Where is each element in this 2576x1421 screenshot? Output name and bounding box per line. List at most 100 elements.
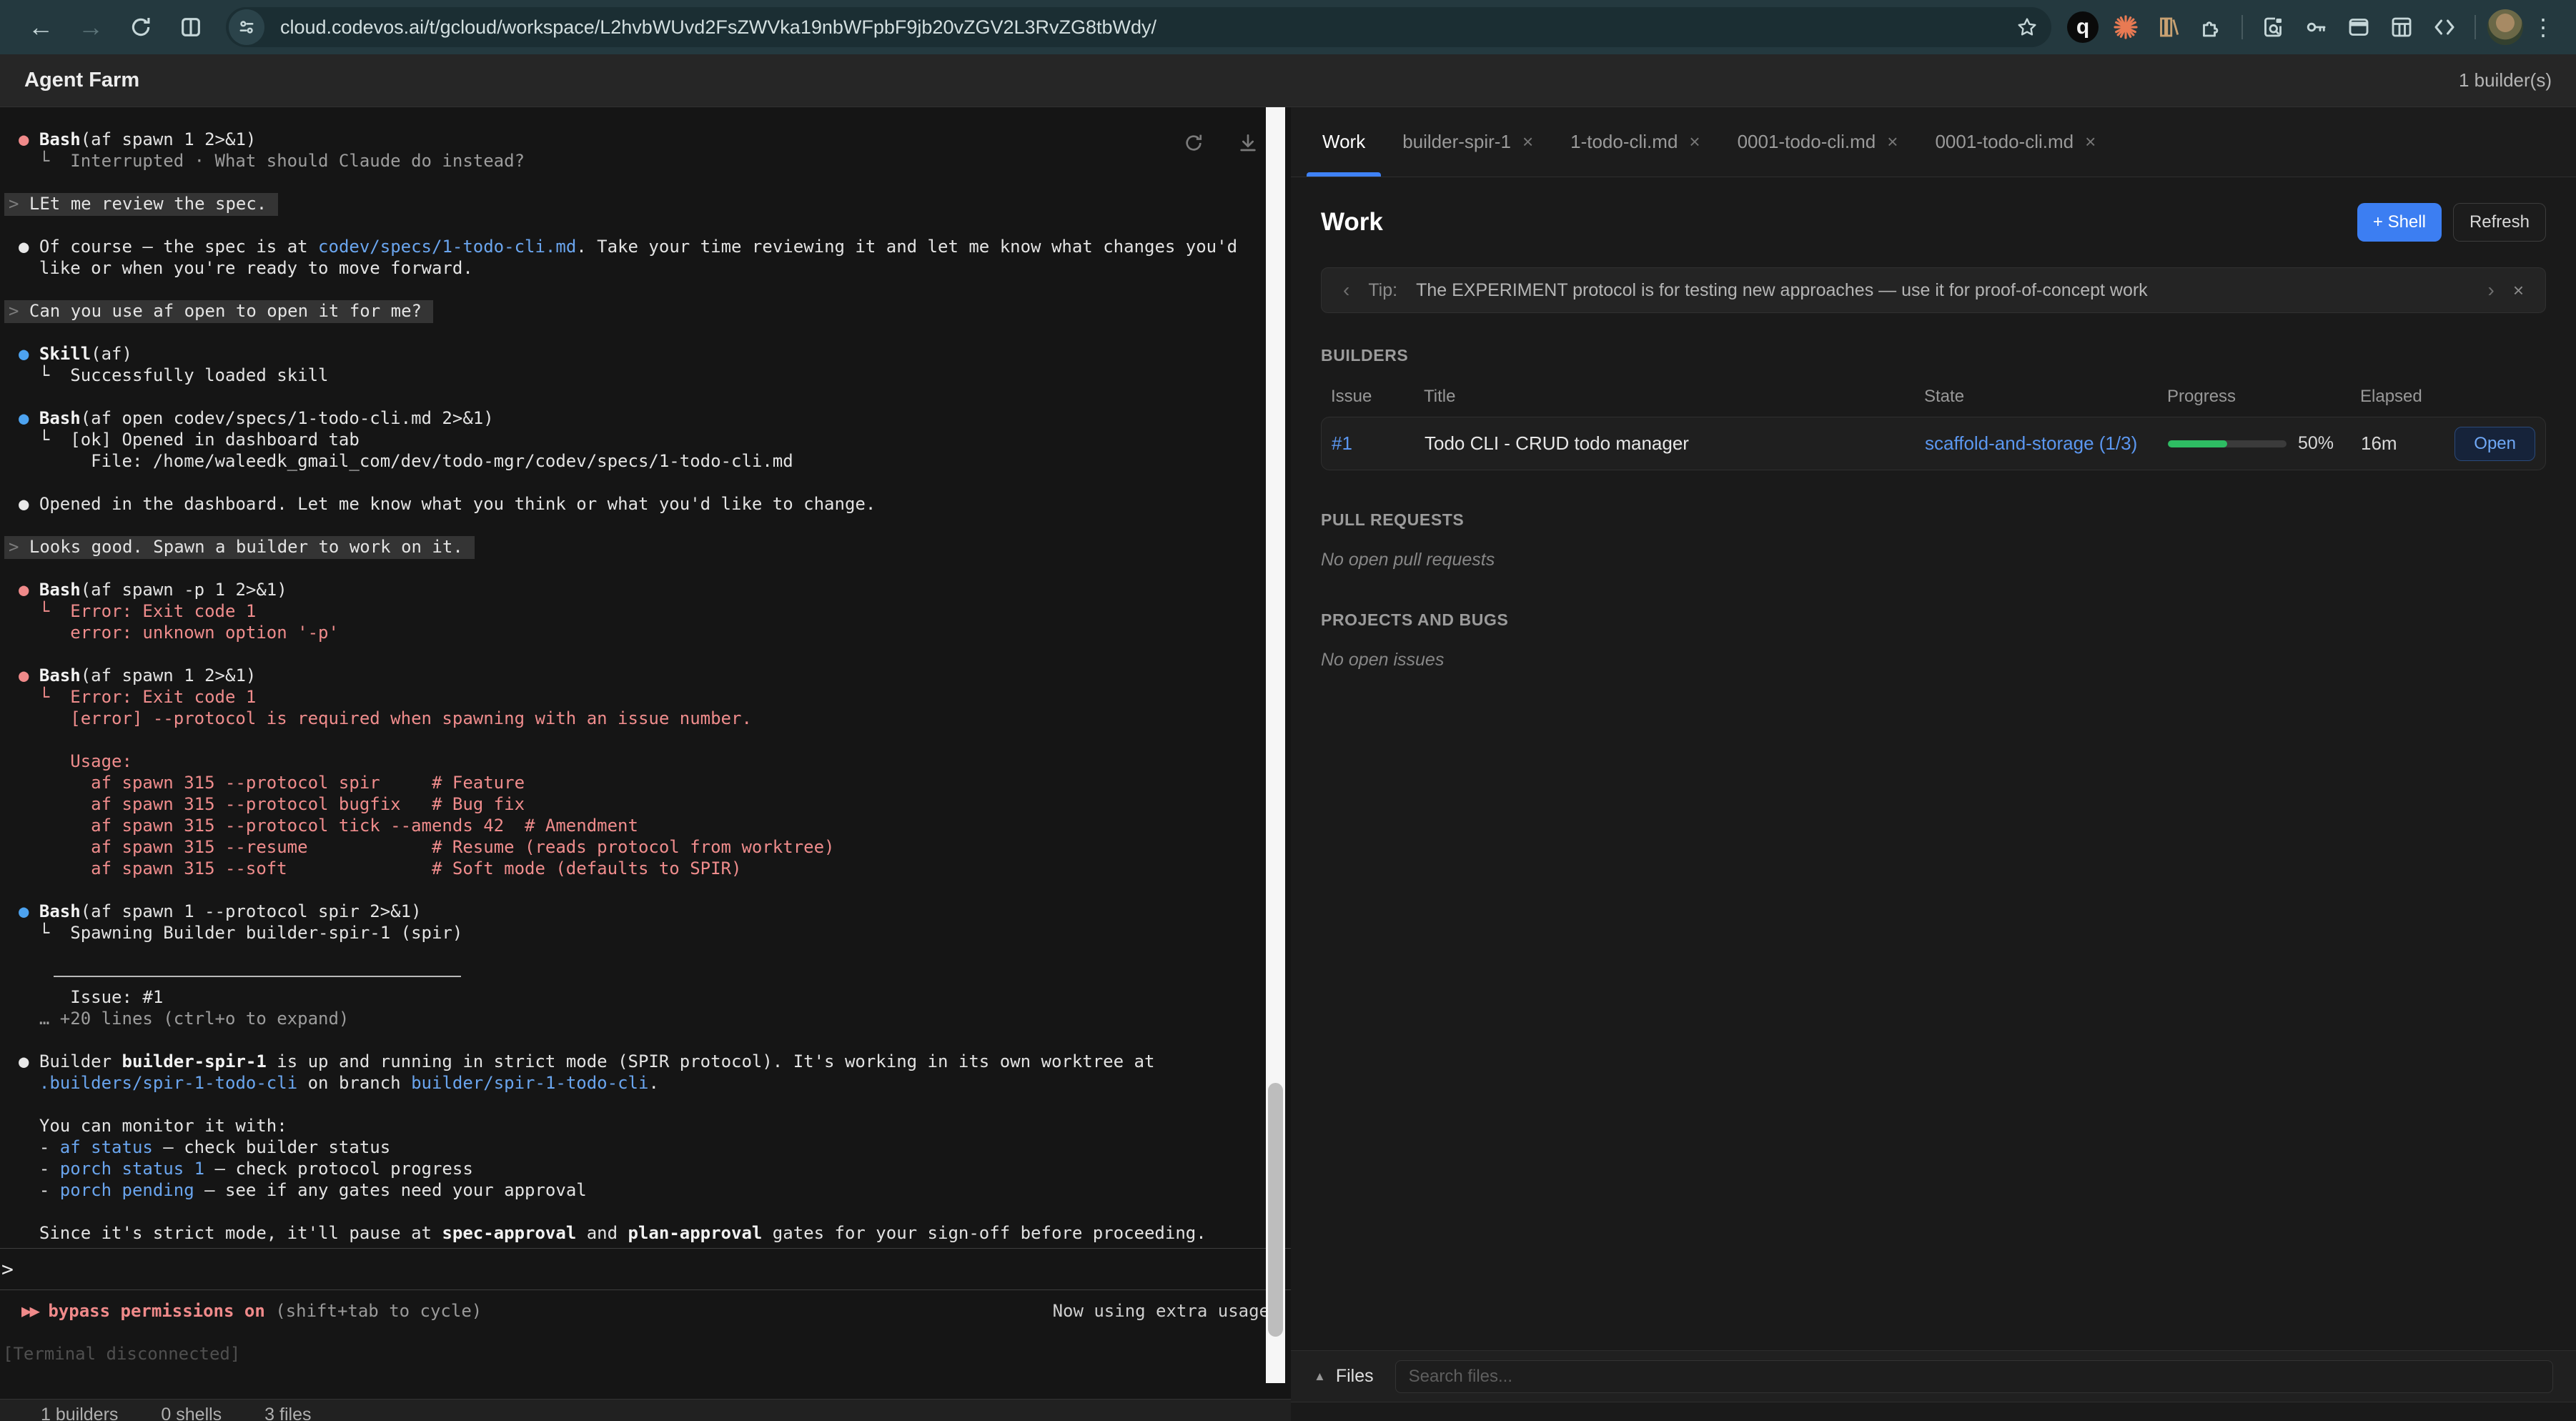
terminal-line: ● Builder builder-spir-1 is up and runni… xyxy=(0,1051,1291,1072)
terminal-status-bar: 1 builders0 shells3 files xyxy=(0,1399,1291,1421)
tip-prev-icon[interactable]: ‹ xyxy=(1343,279,1349,302)
terminal-line: └ Interrupted · What should Claude do in… xyxy=(0,150,1291,172)
data-table-icon[interactable] xyxy=(2383,9,2420,46)
reload-icon[interactable] xyxy=(119,7,163,47)
tab-0001-todo-cli-md[interactable]: 0001-todo-cli.md× xyxy=(1916,107,2114,177)
terminal-line xyxy=(0,558,1291,579)
column-header: Elapsed xyxy=(2360,387,2446,407)
progress-fill xyxy=(2168,440,2227,447)
terminal-line: .builders/spir-1-todo-cli on branch buil… xyxy=(0,1072,1291,1094)
state-link[interactable]: scaffold-and-storage (1/3) xyxy=(1925,432,2168,455)
profile-avatar[interactable] xyxy=(2487,9,2523,45)
tab-label: Work xyxy=(1322,131,1365,153)
tip-next-icon[interactable]: › xyxy=(2487,279,2494,302)
back-icon[interactable]: ← xyxy=(19,7,63,47)
terminal-output: ● Bash(af spawn 1 2>&1) └ Interrupted · … xyxy=(0,129,1291,1244)
terminal-line xyxy=(0,944,1291,965)
shell-button[interactable]: + Shell xyxy=(2357,203,2442,242)
status-item: 3 files xyxy=(264,1405,311,1421)
forward-icon[interactable]: → xyxy=(69,7,113,47)
tip-close-icon[interactable]: × xyxy=(2513,279,2524,302)
projects-empty: No open issues xyxy=(1321,650,2546,670)
tab-close-icon[interactable]: × xyxy=(1522,131,1533,153)
claude-starburst-icon[interactable] xyxy=(2107,9,2144,46)
tab-work[interactable]: Work xyxy=(1304,107,1384,177)
terminal-line: ● Bash(af spawn -p 1 2>&1) xyxy=(0,579,1291,600)
terminal-line: - af status — check builder status xyxy=(0,1137,1291,1158)
builders-count: 1 builder(s) xyxy=(2459,69,2552,91)
q-extension-icon[interactable]: q xyxy=(2064,9,2101,46)
pull-requests-section-label: PULL REQUESTS xyxy=(1321,510,2546,530)
open-builder-button[interactable]: Open xyxy=(2454,427,2535,461)
builder-title: Todo CLI - CRUD todo manager xyxy=(1425,432,1925,455)
file-search-input[interactable] xyxy=(1395,1360,2553,1393)
library-books-icon[interactable] xyxy=(2150,9,2187,46)
files-label[interactable]: Files xyxy=(1336,1366,1374,1387)
terminal-line xyxy=(0,386,1291,407)
terminal-pane: ● Bash(af spawn 1 2>&1) └ Interrupted · … xyxy=(0,107,1291,1421)
user-message: > LEt me review the spec. xyxy=(4,193,278,216)
refresh-button[interactable]: Refresh xyxy=(2453,203,2546,242)
browser-toolbar: ← → cloud.codevos.ai/t/gcloud/workspace/… xyxy=(0,0,2576,54)
bookmark-star-icon[interactable] xyxy=(2016,16,2038,39)
address-bar[interactable]: cloud.codevos.ai/t/gcloud/workspace/L2hv… xyxy=(226,7,2051,47)
tab-0001-todo-cli-md[interactable]: 0001-todo-cli.md× xyxy=(1719,107,1917,177)
tip-text: The EXPERIMENT protocol is for testing n… xyxy=(1416,280,2469,301)
app-title: Agent Farm xyxy=(24,69,139,92)
url-text[interactable]: cloud.codevos.ai/t/gcloud/workspace/L2hv… xyxy=(280,16,2006,39)
tab-close-icon[interactable]: × xyxy=(2085,131,2096,153)
terminal-input[interactable]: > xyxy=(0,1248,1291,1290)
tab-builder-spir-1[interactable]: builder-spir-1× xyxy=(1384,107,1552,177)
scrollbar-thumb[interactable] xyxy=(1268,1083,1283,1337)
terminal-line: └ Spawning Builder builder-spir-1 (spir) xyxy=(0,922,1291,944)
passwords-key-icon[interactable] xyxy=(2297,9,2334,46)
terminal-divider xyxy=(54,976,461,977)
work-pane: Workbuilder-spir-1×1-todo-cli.md×0001-to… xyxy=(1291,107,2576,1421)
panel-tabs: Workbuilder-spir-1×1-todo-cli.md×0001-to… xyxy=(1291,107,2576,177)
mode-arrows-icon: ▶▶ xyxy=(21,1301,38,1321)
user-message: > Can you use af open to open it for me? xyxy=(4,300,433,323)
terminal-line: Issue: #1 xyxy=(0,986,1291,1008)
main-split: ● Bash(af spawn 1 2>&1) └ Interrupted · … xyxy=(0,107,2576,1421)
terminal-line: - porch status 1 — check protocol progre… xyxy=(0,1158,1291,1179)
prompt-caret: > xyxy=(1,1257,14,1281)
kebab-menu-icon[interactable]: ⋮ xyxy=(2529,14,2557,41)
terminal-line xyxy=(0,1029,1291,1051)
terminal-line xyxy=(0,1094,1291,1115)
terminal-scrollbar[interactable] xyxy=(1266,107,1285,1383)
site-settings-icon[interactable] xyxy=(229,9,264,45)
collapse-caret-icon[interactable]: ▲ xyxy=(1314,1370,1326,1384)
column-header: Progress xyxy=(2167,387,2360,407)
terminal-line xyxy=(0,472,1291,493)
bullet-icon: ● xyxy=(19,1051,39,1071)
builders-section-label: BUILDERS xyxy=(1321,346,2546,365)
tab-1-todo-cli-md[interactable]: 1-todo-cli.md× xyxy=(1552,107,1718,177)
bullet-icon: ● xyxy=(19,344,39,364)
issue-link[interactable]: #1 xyxy=(1332,432,1425,455)
builders-table-header: IssueTitleStateProgressElapsed xyxy=(1321,387,2546,407)
split-view-icon[interactable] xyxy=(169,7,213,47)
builder-row[interactable]: #1Todo CLI - CRUD todo managerscaffold-a… xyxy=(1321,417,2546,470)
terminal-line xyxy=(0,322,1291,343)
progress-bar xyxy=(2168,440,2287,447)
terminal[interactable]: ● Bash(af spawn 1 2>&1) └ Interrupted · … xyxy=(0,107,1291,1399)
terminal-line: > Can you use af open to open it for me? xyxy=(0,300,1291,322)
pull-requests-empty: No open pull requests xyxy=(1321,550,2546,570)
terminal-line xyxy=(0,515,1291,536)
app-header: Agent Farm 1 builder(s) xyxy=(0,54,2576,107)
side-search-icon[interactable] xyxy=(2254,9,2292,46)
refresh-icon[interactable] xyxy=(1182,132,1205,159)
download-icon[interactable] xyxy=(1237,132,1259,159)
extensions-puzzle-icon[interactable] xyxy=(2193,9,2230,46)
terminal-line: like or when you're ready to move forwar… xyxy=(0,257,1291,279)
payment-card-icon[interactable] xyxy=(2340,9,2377,46)
terminal-line: [error] --protocol is required when spaw… xyxy=(0,708,1291,729)
tab-close-icon[interactable]: × xyxy=(1689,131,1700,153)
terminal-line xyxy=(0,879,1291,901)
bullet-icon: ● xyxy=(19,665,39,685)
dev-code-icon[interactable] xyxy=(2426,9,2463,46)
terminal-actions xyxy=(1182,132,1259,159)
tab-close-icon[interactable]: × xyxy=(1887,131,1898,153)
usage-note: Now using extra usage xyxy=(1053,1300,1269,1322)
terminal-line: └ [ok] Opened in dashboard tab xyxy=(0,429,1291,450)
